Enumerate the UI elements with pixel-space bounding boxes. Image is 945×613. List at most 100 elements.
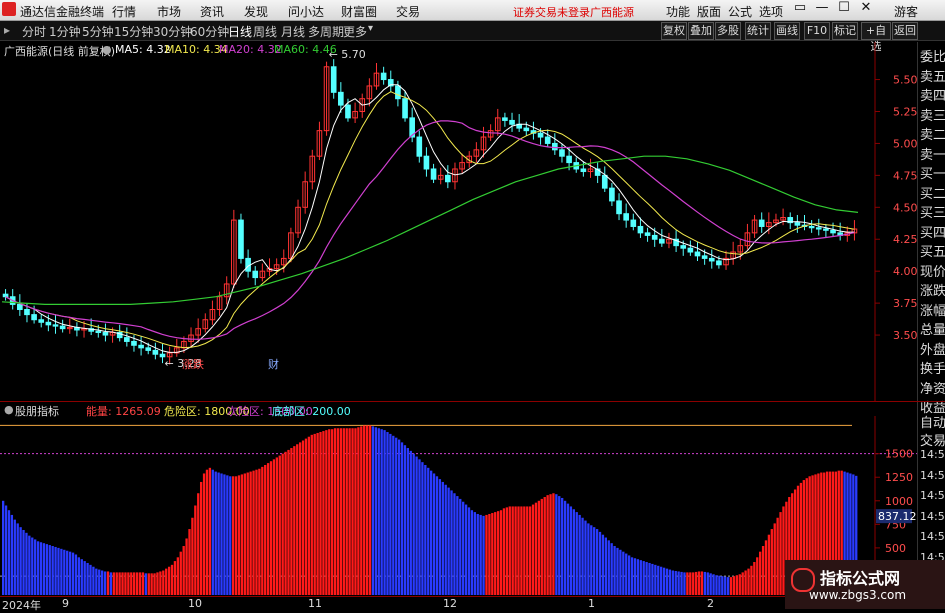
energy-bar — [389, 433, 392, 595]
energy-bar — [447, 487, 450, 595]
quote-field-label: 现价 — [920, 264, 945, 280]
indicator-chart[interactable]: 150012501000750500837.12 — [0, 416, 917, 596]
candle — [701, 255, 708, 259]
candle — [716, 260, 722, 266]
period-tab-15min[interactable]: 15分钟 — [114, 23, 153, 40]
period-tab-daily[interactable]: 日线 — [228, 23, 252, 40]
energy-bar — [316, 432, 319, 595]
menu-layout[interactable]: 版面 — [697, 3, 721, 20]
energy-bar — [156, 572, 159, 595]
energy-bar — [648, 562, 651, 595]
adjust-button[interactable]: 复权 — [661, 22, 687, 40]
energy-bar — [232, 476, 235, 595]
candle — [580, 168, 587, 173]
candle — [630, 219, 637, 227]
energy-bar — [587, 523, 590, 595]
energy-bar — [759, 551, 762, 595]
pane-separator — [0, 401, 945, 402]
menu-function[interactable]: 功能 — [666, 3, 690, 20]
ma20-line — [5, 120, 855, 340]
candle — [380, 72, 387, 81]
quote-field-label: 委比 — [920, 50, 945, 65]
period-tab-60min[interactable]: 60分钟 — [190, 23, 229, 40]
energy-bar — [595, 529, 599, 595]
energy-bar — [124, 572, 127, 595]
close-icon[interactable]: ✕ — [856, 0, 876, 19]
energy-bar — [724, 576, 727, 595]
menu-market[interactable]: 市场 — [157, 3, 181, 20]
period-tab-monthly[interactable]: 月线 — [281, 23, 305, 40]
menu-options[interactable]: 选项 — [759, 3, 783, 20]
energy-bar — [48, 545, 51, 595]
menu-quotes[interactable]: 行情 — [112, 3, 136, 20]
candle — [808, 225, 815, 229]
statistics-button[interactable]: 统计 — [745, 22, 771, 40]
candle — [24, 309, 30, 316]
candle — [758, 219, 765, 227]
energy-bar — [354, 428, 357, 595]
price-chart[interactable]: 5.50 5.25 5.00 4.75 4.50 4.25 4.00 3.75 3.50 ← 5.… — [0, 42, 917, 402]
multi-stock-button[interactable]: 多股 — [715, 22, 741, 40]
ma5-line — [5, 84, 855, 353]
candle — [2, 293, 9, 298]
energy-bar — [467, 507, 471, 595]
menu-trade[interactable]: 交易 — [396, 3, 420, 20]
guest-label[interactable]: 游客 — [894, 3, 918, 20]
chevron-down-icon[interactable]: ▾ — [368, 23, 373, 34]
back-button[interactable]: 返回 — [892, 22, 918, 40]
energy-bar — [683, 572, 686, 595]
energy-bar — [386, 432, 389, 595]
energy-bar — [459, 498, 462, 595]
energy-bar — [345, 428, 348, 595]
energy-bar — [284, 451, 287, 595]
energy-bar — [735, 575, 739, 595]
energy-bar — [121, 572, 124, 595]
login-warning[interactable]: 证券交易未登录 — [513, 4, 590, 20]
quote-field-label: 买一 — [920, 167, 945, 182]
watermark-title: 指标公式网 — [820, 569, 901, 588]
period-tab-more[interactable]: 更多 — [343, 23, 367, 40]
energy-bar — [290, 448, 293, 595]
energy-bar — [2, 500, 5, 595]
menu-wealth-circle[interactable]: 财富圈 — [341, 3, 377, 20]
candle — [124, 337, 130, 342]
period-tab-intraday[interactable]: 分时 — [22, 23, 46, 40]
candle — [694, 251, 701, 257]
menu-ask[interactable]: 问小达 — [288, 3, 324, 20]
energy-bar — [709, 573, 712, 595]
x-tick-jan: 1 — [588, 597, 595, 610]
energy-bar — [240, 474, 244, 595]
mark-button[interactable]: 标记 — [832, 22, 858, 40]
energy-bar — [409, 450, 412, 595]
energy-bar — [54, 546, 57, 595]
energy-bar — [319, 432, 322, 595]
energy-bar — [761, 546, 765, 595]
minimize-icon[interactable]: — — [812, 0, 832, 19]
indicator-settings-icon[interactable]: ● — [4, 403, 14, 416]
trade-label[interactable]: 交易 — [920, 430, 945, 449]
menu-news[interactable]: 资讯 — [200, 3, 224, 20]
price-tick-label: 5.50 — [893, 74, 917, 87]
energy-bar — [197, 493, 200, 595]
period-tab-weekly[interactable]: 周线 — [253, 23, 277, 40]
auto-label[interactable]: 自动 — [920, 412, 945, 431]
current-value-label: 837.12 — [878, 510, 917, 523]
restore-window-icon[interactable]: ▭ — [790, 0, 810, 19]
maximize-icon[interactable]: ☐ — [834, 0, 854, 19]
energy-bar — [66, 550, 69, 595]
draw-line-button[interactable]: 画线 — [774, 22, 800, 40]
expand-icon[interactable]: ▸ — [4, 23, 10, 37]
f10-button[interactable]: F10 — [804, 22, 830, 40]
period-tab-1min[interactable]: 1分钟 — [49, 23, 81, 40]
energy-bar — [208, 467, 212, 595]
period-tab-multi[interactable]: 多周期 — [308, 23, 344, 40]
menu-discover[interactable]: 发现 — [244, 3, 268, 20]
add-watchlist-button[interactable]: +自选 — [861, 22, 891, 53]
overlay-button[interactable]: 叠加 — [688, 22, 714, 40]
menu-formula[interactable]: 公式 — [728, 3, 752, 20]
quote-field-label: 卖二 — [920, 128, 945, 143]
candle — [552, 142, 558, 151]
energy-bar — [732, 576, 736, 595]
period-tab-5min[interactable]: 5分钟 — [82, 23, 114, 40]
period-tab-30min[interactable]: 30分钟 — [153, 23, 192, 40]
